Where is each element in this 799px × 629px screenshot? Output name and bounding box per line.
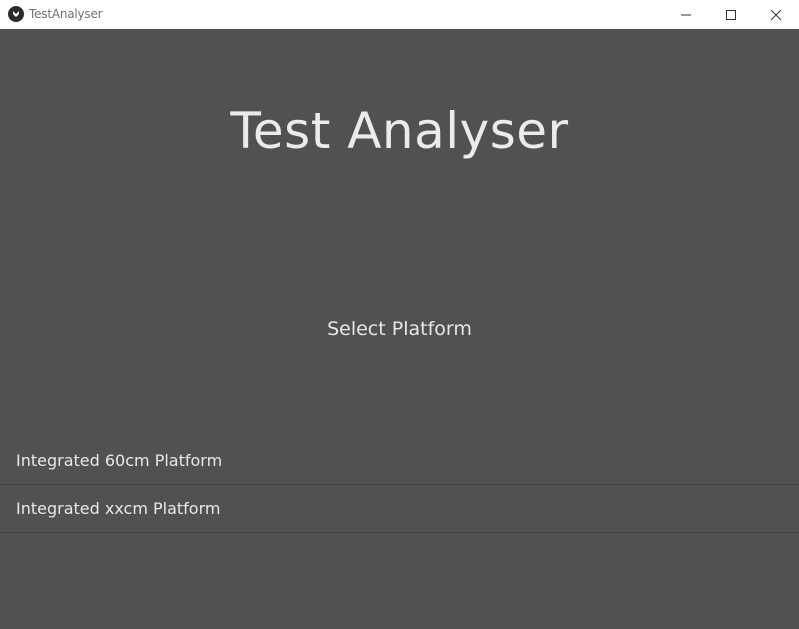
close-button[interactable] (753, 0, 799, 29)
page-title: Test Analyser (230, 102, 569, 160)
page-subtitle: Select Platform (327, 318, 472, 340)
platform-item-label: Integrated xxcm Platform (16, 499, 221, 518)
app-window: TestAnalyser Test Analyser Select Platfo… (0, 0, 799, 629)
app-icon (8, 6, 24, 22)
title-bar[interactable]: TestAnalyser (0, 0, 799, 29)
close-icon (770, 9, 782, 20)
platform-item-label: Integrated 60cm Platform (16, 451, 223, 470)
maximize-button[interactable] (708, 0, 754, 29)
platform-list: Integrated 60cm Platform Integrated xxcm… (0, 437, 799, 533)
maximize-icon (726, 9, 736, 20)
minimize-icon (681, 14, 691, 15)
minimize-button[interactable] (663, 0, 709, 29)
platform-item-xxcm[interactable]: Integrated xxcm Platform (0, 485, 799, 533)
platform-item-60cm[interactable]: Integrated 60cm Platform (0, 437, 799, 485)
window-title: TestAnalyser (29, 7, 103, 21)
main-content: Test Analyser Select Platform Integrated… (0, 29, 799, 629)
